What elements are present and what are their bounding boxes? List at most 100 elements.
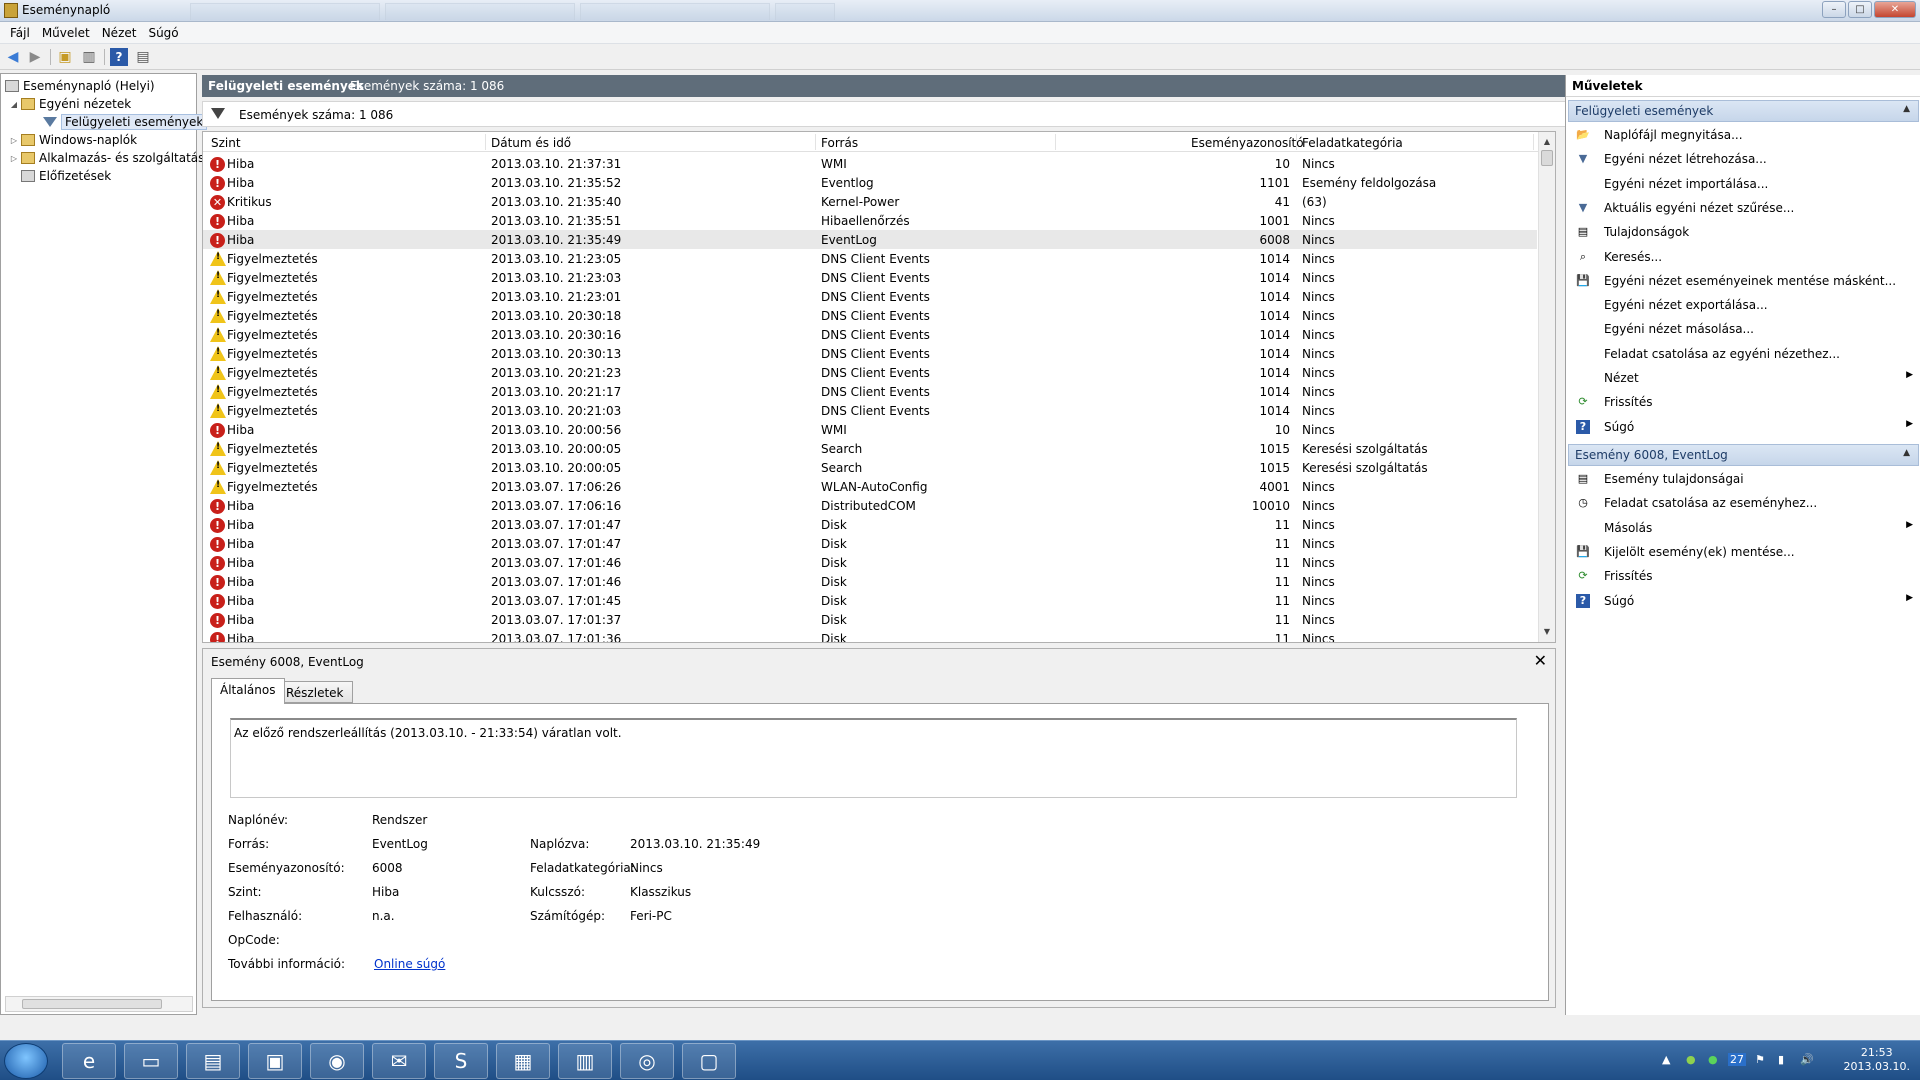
action-item[interactable]: ◷ Feladat csatolása az eseményhez... (1572, 492, 1917, 514)
action-item[interactable]: ⟳ Frissítés (1572, 391, 1917, 413)
table-row[interactable]: ! Hiba 2013.03.10. 21:35:52 Eventlog 1101 Ese… (203, 173, 1537, 192)
menu-file[interactable]: Fájl (4, 22, 36, 43)
action-center-icon[interactable]: ⚑ (1755, 1053, 1765, 1066)
tree-item-windows-logs[interactable]: ▷ Windows-naplók (9, 131, 137, 149)
media-icon[interactable]: ◎ (620, 1043, 674, 1079)
action-item[interactable]: Egyéni nézet másolása... (1572, 318, 1917, 340)
back-arrow-icon[interactable]: ◀ (4, 48, 22, 66)
table-row[interactable]: ! Hiba 2013.03.07. 17:01:37 Disk 11 Nincs (203, 610, 1537, 629)
column-header-task-category[interactable]: Feladatkategória (1302, 136, 1403, 150)
column-separator[interactable] (1533, 134, 1534, 150)
forward-arrow-icon[interactable]: ▶ (26, 48, 44, 66)
close-window-button[interactable]: ✕ (1874, 1, 1916, 18)
column-separator[interactable] (815, 134, 816, 150)
action-item[interactable]: ⟳ Frissítés (1572, 565, 1917, 587)
action-item[interactable]: ▼ Aktuális egyéni nézet szűrése... (1572, 197, 1917, 219)
table-row[interactable]: ! Figyelmeztetés 2013.03.10. 20:30:16 DNS C… (203, 325, 1537, 344)
column-header-date[interactable]: Dátum és idő (491, 136, 571, 150)
table-row[interactable]: ! Figyelmeztetés 2013.03.10. 20:21:17 DNS C… (203, 382, 1537, 401)
action-item[interactable]: ▤ Esemény tulajdonságai (1572, 468, 1917, 490)
table-row[interactable]: ! Figyelmeztetés 2013.03.10. 20:21:03 DNS C… (203, 401, 1537, 420)
close-icon[interactable]: ✕ (1534, 651, 1547, 670)
action-item[interactable]: Feladat csatolása az egyéni nézethez... (1572, 343, 1917, 365)
action-item[interactable]: ▼ Egyéni nézet létrehozása... (1572, 148, 1917, 170)
control-panel-icon[interactable]: ▦ (496, 1043, 550, 1079)
event-description[interactable]: Az előző rendszerleállítás (2013.03.10. … (230, 718, 1517, 798)
tab-details[interactable]: Részletek (277, 681, 353, 703)
action-item[interactable]: ? Súgó ▶ (1572, 590, 1917, 612)
scroll-down-icon[interactable]: ▼ (1539, 624, 1555, 640)
table-row[interactable]: ! Hiba 2013.03.07. 17:06:16 DistributedCOM 1… (203, 496, 1537, 515)
table-row[interactable]: ! Hiba 2013.03.07. 17:01:47 Disk 11 Nincs (203, 534, 1537, 553)
table-row[interactable]: ! Hiba 2013.03.07. 17:01:47 Disk 11 Nincs (203, 515, 1537, 534)
column-separator[interactable] (1296, 134, 1297, 150)
scrollbar-thumb[interactable] (1541, 150, 1553, 166)
tab-general[interactable]: Általános (211, 678, 285, 704)
action-item[interactable]: ? Súgó ▶ (1572, 416, 1917, 438)
tree-item-subscriptions[interactable]: Előfizetések (19, 167, 111, 185)
table-row[interactable]: ! Figyelmeztetés 2013.03.10. 20:30:13 DNS C… (203, 344, 1537, 363)
chrome-icon[interactable]: ◉ (310, 1043, 364, 1079)
table-row[interactable]: ! Figyelmeztetés 2013.03.07. 17:06:26 WLAN-… (203, 477, 1537, 496)
maximize-button[interactable]: □ (1848, 1, 1872, 18)
security-icon[interactable]: ● (1708, 1053, 1718, 1066)
scroll-up-icon[interactable]: ▲ (1539, 134, 1555, 150)
table-row[interactable]: ! Figyelmeztetés 2013.03.10. 20:00:05 Searc… (203, 458, 1537, 477)
column-separator[interactable] (485, 134, 486, 150)
tree-expander-icon[interactable]: ◢ (9, 100, 19, 109)
table-row[interactable]: ! Figyelmeztetés 2013.03.10. 20:00:05 Searc… (203, 439, 1537, 458)
table-row[interactable]: ! Hiba 2013.03.10. 21:35:49 EventLog 6008 Nin… (203, 230, 1537, 249)
table-row[interactable]: ! Hiba 2013.03.07. 17:01:36 Disk 11 Nincs (203, 629, 1537, 642)
table-row[interactable]: ! Figyelmeztetés 2013.03.10. 21:23:05 DNS C… (203, 249, 1537, 268)
tree-item-administrative-events[interactable]: Felügyeleti események (41, 113, 208, 131)
photo-icon[interactable]: ▢ (682, 1043, 736, 1079)
action-item[interactable]: Egyéni nézet exportálása... (1572, 294, 1917, 316)
action-item[interactable]: 💾 Egyéni nézet eseményeinek mentése máské… (1572, 270, 1917, 292)
scrollbar-thumb[interactable] (22, 999, 162, 1009)
actions-group-selected-event[interactable]: Esemény 6008, EventLog ▲ (1568, 444, 1919, 466)
menu-view[interactable]: Nézet (96, 22, 143, 43)
event-viewer-icon[interactable]: ▥ (558, 1043, 612, 1079)
network-app-icon[interactable]: ● (1686, 1053, 1696, 1066)
table-row[interactable]: ! Figyelmeztetés 2013.03.10. 20:30:18 DNS C… (203, 306, 1537, 325)
help-icon[interactable]: ? (110, 48, 128, 66)
column-separator[interactable] (1055, 134, 1056, 150)
column-header-level[interactable]: Szint (211, 136, 241, 150)
table-row[interactable]: ! Hiba 2013.03.07. 17:01:46 Disk 11 Nincs (203, 553, 1537, 572)
table-row[interactable]: ! Figyelmeztetés 2013.03.10. 20:21:23 DNS C… (203, 363, 1537, 382)
event-list-scrollbar[interactable]: ▲ ▼ (1538, 132, 1555, 642)
table-row[interactable]: ! Figyelmeztetés 2013.03.10. 21:23:03 DNS C… (203, 268, 1537, 287)
table-row[interactable]: ! Hiba 2013.03.07. 17:01:46 Disk 11 Nincs (203, 572, 1537, 591)
table-row[interactable]: ✕ Kritikus 2013.03.10. 21:35:40 Kernel-Powe… (203, 192, 1537, 211)
notepad-icon[interactable]: ▤ (186, 1043, 240, 1079)
minimize-button[interactable]: – (1822, 1, 1846, 18)
table-row[interactable]: ! Hiba 2013.03.10. 20:00:56 WMI 10 Nincs (203, 420, 1537, 439)
table-row[interactable]: ! Figyelmeztetés 2013.03.10. 21:23:01 DNS C… (203, 287, 1537, 306)
action-item[interactable]: Másolás ▶ (1572, 517, 1917, 539)
tray-badge[interactable]: 27 (1728, 1053, 1746, 1066)
clock[interactable]: 21:53 2013.03.10. (1844, 1046, 1910, 1074)
tree-horizontal-scrollbar[interactable] (5, 996, 193, 1012)
table-row[interactable]: ! Hiba 2013.03.10. 21:35:51 Hibaellenőrzés 1… (203, 211, 1537, 230)
network-signal-icon[interactable]: ▮ (1778, 1053, 1784, 1066)
menu-help[interactable]: Súgó (142, 22, 184, 43)
tree-item-applications-services[interactable]: ▷ Alkalmazás- és szolgáltatásn (9, 149, 212, 167)
tree-item-custom-views[interactable]: ◢ Egyéni nézetek (9, 95, 131, 113)
collapse-icon[interactable]: ▲ (1903, 104, 1910, 114)
table-row[interactable]: ! Hiba 2013.03.07. 17:01:45 Disk 11 Nincs (203, 591, 1537, 610)
tree-expander-icon[interactable]: ▷ (9, 154, 19, 163)
menu-action[interactable]: Művelet (36, 22, 96, 43)
mail-icon[interactable]: ✉ (372, 1043, 426, 1079)
internet-explorer-icon[interactable]: e (62, 1043, 116, 1079)
action-item[interactable]: ⌕ Keresés... (1572, 246, 1917, 268)
action-item[interactable]: 💾 Kijelölt esemény(ek) mentése... (1572, 541, 1917, 563)
collapse-icon[interactable]: ▲ (1903, 448, 1910, 458)
save-disk-icon[interactable]: ▣ (248, 1043, 302, 1079)
start-button[interactable] (4, 1043, 48, 1079)
action-item[interactable]: 📂 Naplófájl megnyitása... (1572, 124, 1917, 146)
actions-group-administrative-events[interactable]: Felügyeleti események ▲ (1568, 100, 1919, 122)
tray-expand-icon[interactable]: ▲ (1662, 1053, 1670, 1066)
action-item[interactable]: ▤ Tulajdonságok (1572, 221, 1917, 243)
tree-expander-icon[interactable]: ▷ (9, 136, 19, 145)
table-row[interactable]: ! Hiba 2013.03.10. 21:37:31 WMI 10 Nincs (203, 154, 1537, 173)
